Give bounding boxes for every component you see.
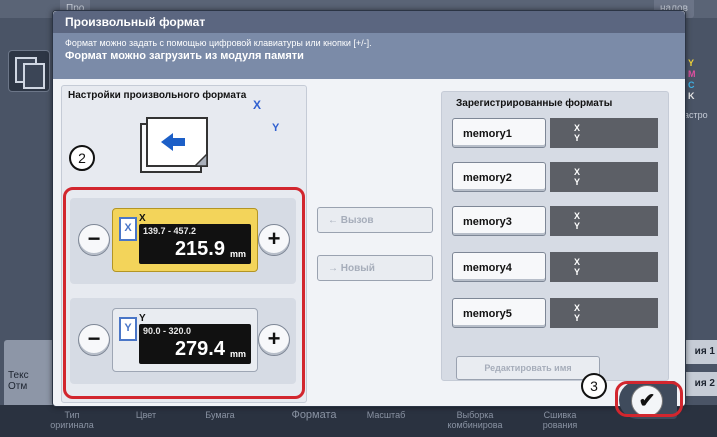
background-left-label: Текс [8,370,29,381]
toner-levels: Y M C K [688,58,696,102]
memory2-values: XY [550,162,658,192]
copy-icon [8,50,50,92]
new-button[interactable]: → Новый [317,255,433,281]
registered-formats-title: Зарегистрированные форматы [456,98,613,109]
memory2-x: X [574,167,581,177]
memory3-button[interactable]: memory3 [452,206,546,236]
memory3-values: XY [550,206,658,236]
step-3-badge: 3 [581,373,607,399]
memory1-button[interactable]: memory1 [452,118,546,148]
message-line1: Формат можно задать с помощью цифровой к… [65,38,372,48]
recall-button[interactable]: ← Вызов [317,207,433,233]
x-axis-label: X [253,98,262,112]
background-left-label: Отм [8,381,28,392]
memory2-button[interactable]: memory2 [452,162,546,192]
step-2-badge: 2 [69,145,95,171]
memory4-x: X [574,257,581,267]
toner-k: K [688,91,695,101]
memory4-button[interactable]: memory4 [452,252,546,282]
background-left-button: Текс Отм [4,340,58,410]
step-3-highlight [615,381,683,417]
paper-orientation-icon [140,117,208,173]
memory1-y: Y [574,133,581,143]
memory5-x: X [574,303,581,313]
screen: Про налов Текс Отм Y M C K астро ия 1 ия… [0,0,717,437]
memory2-y: Y [574,177,581,187]
toner-y: Y [688,58,695,68]
memory1-x: X [574,123,581,133]
memory5-values: XY [550,298,658,328]
registered-formats-panel: Зарегистрированные форматы memory1 XY me… [441,91,669,381]
memory1-values: XY [550,118,658,148]
custom-size-dialog: Произвольный формат Формат можно задать … [52,10,686,419]
background-right-button: ия 2 [682,372,717,396]
dialog-message: Формат можно задать с помощью цифровой к… [53,33,685,79]
background-right-label: астро [684,110,708,120]
background-right-button: ия 1 [682,340,717,364]
memory5-y: Y [574,313,581,323]
background-bottom-tab: Выборка комбинирова [447,410,503,430]
background-bottom-bar [0,405,717,437]
background-bottom-tab: Сшивка рования [542,410,578,430]
rename-button[interactable]: Редактировать имя [456,356,600,380]
memory4-y: Y [574,267,581,277]
custom-size-title: Настройки произвольного формата [68,90,247,101]
background-bottom-tab: Тип оригинала [50,410,94,430]
background-bottom-tab: Формата [291,409,337,421]
background-bottom-tab: Масштаб [366,410,406,420]
memory3-y: Y [574,221,581,231]
message-line2: Формат можно загрузить из модуля памяти [65,50,304,62]
dialog-title: Произвольный формат [53,11,685,33]
memory4-values: XY [550,252,658,282]
background-bottom-tab: Бумага [205,410,235,420]
memory3-x: X [574,211,581,221]
memory5-button[interactable]: memory5 [452,298,546,328]
step-2-highlight [63,187,305,399]
toner-m: M [688,69,696,79]
toner-c: C [688,80,695,90]
y-axis-label: Y [272,122,280,134]
background-bottom-tab: Цвет [135,410,157,420]
